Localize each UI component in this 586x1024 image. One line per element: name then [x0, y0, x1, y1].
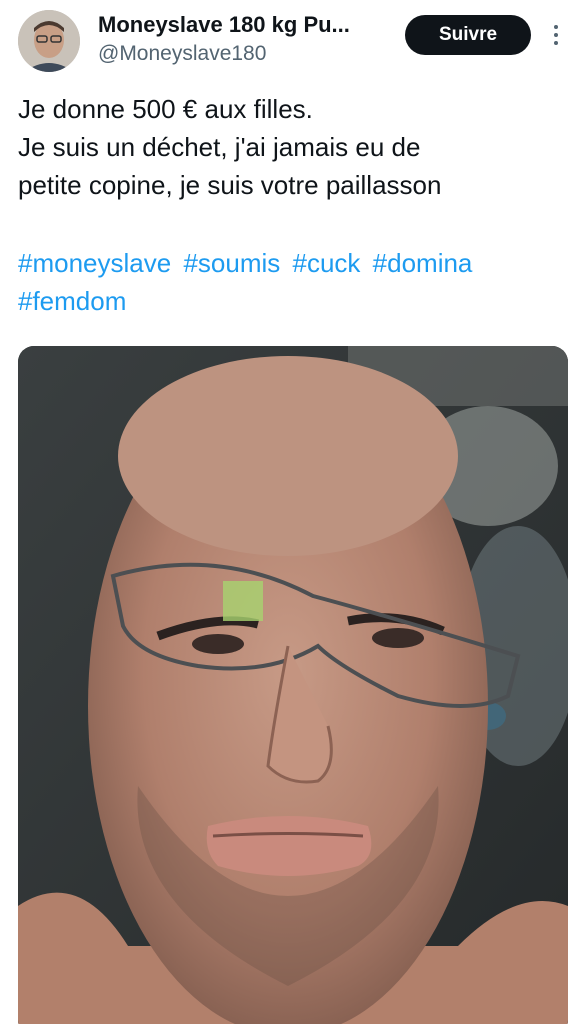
hashtag-link[interactable]: #cuck	[293, 248, 361, 278]
selfie-photo-image	[18, 346, 568, 1024]
follow-button[interactable]: Suivre	[405, 15, 531, 55]
tweet-text: Je donne 500 € aux filles. Je suis un dé…	[18, 90, 574, 204]
tweet-text-line: Je suis un déchet, j'ai jamais eu de	[18, 132, 421, 162]
tweet-text-line: Je donne 500 € aux filles.	[18, 94, 313, 124]
hashtag-link[interactable]: #soumis	[183, 248, 280, 278]
user-handle[interactable]: @Moneyslave180	[98, 40, 388, 68]
more-vertical-icon[interactable]	[546, 20, 566, 50]
avatar-image	[18, 10, 80, 72]
avatar[interactable]	[18, 10, 80, 72]
tweet-card: Moneyslave 180 kg Pu... @Moneyslave180 S…	[0, 0, 586, 1024]
author-names[interactable]: Moneyslave 180 kg Pu... @Moneyslave180	[98, 12, 388, 68]
display-name[interactable]: Moneyslave 180 kg Pu...	[98, 12, 388, 38]
tweet-photo[interactable]	[18, 346, 568, 1024]
hashtag-link[interactable]: #femdom	[18, 286, 126, 316]
hashtag-link[interactable]: #moneyslave	[18, 248, 171, 278]
tweet-text-line: petite copine, je suis votre paillasson	[18, 170, 442, 200]
hashtag-list: #moneyslave #soumis #cuck #domina #femdo…	[18, 244, 574, 320]
hashtag-link[interactable]: #domina	[373, 248, 473, 278]
dot	[554, 41, 558, 45]
dot	[554, 33, 558, 37]
dot	[554, 25, 558, 29]
